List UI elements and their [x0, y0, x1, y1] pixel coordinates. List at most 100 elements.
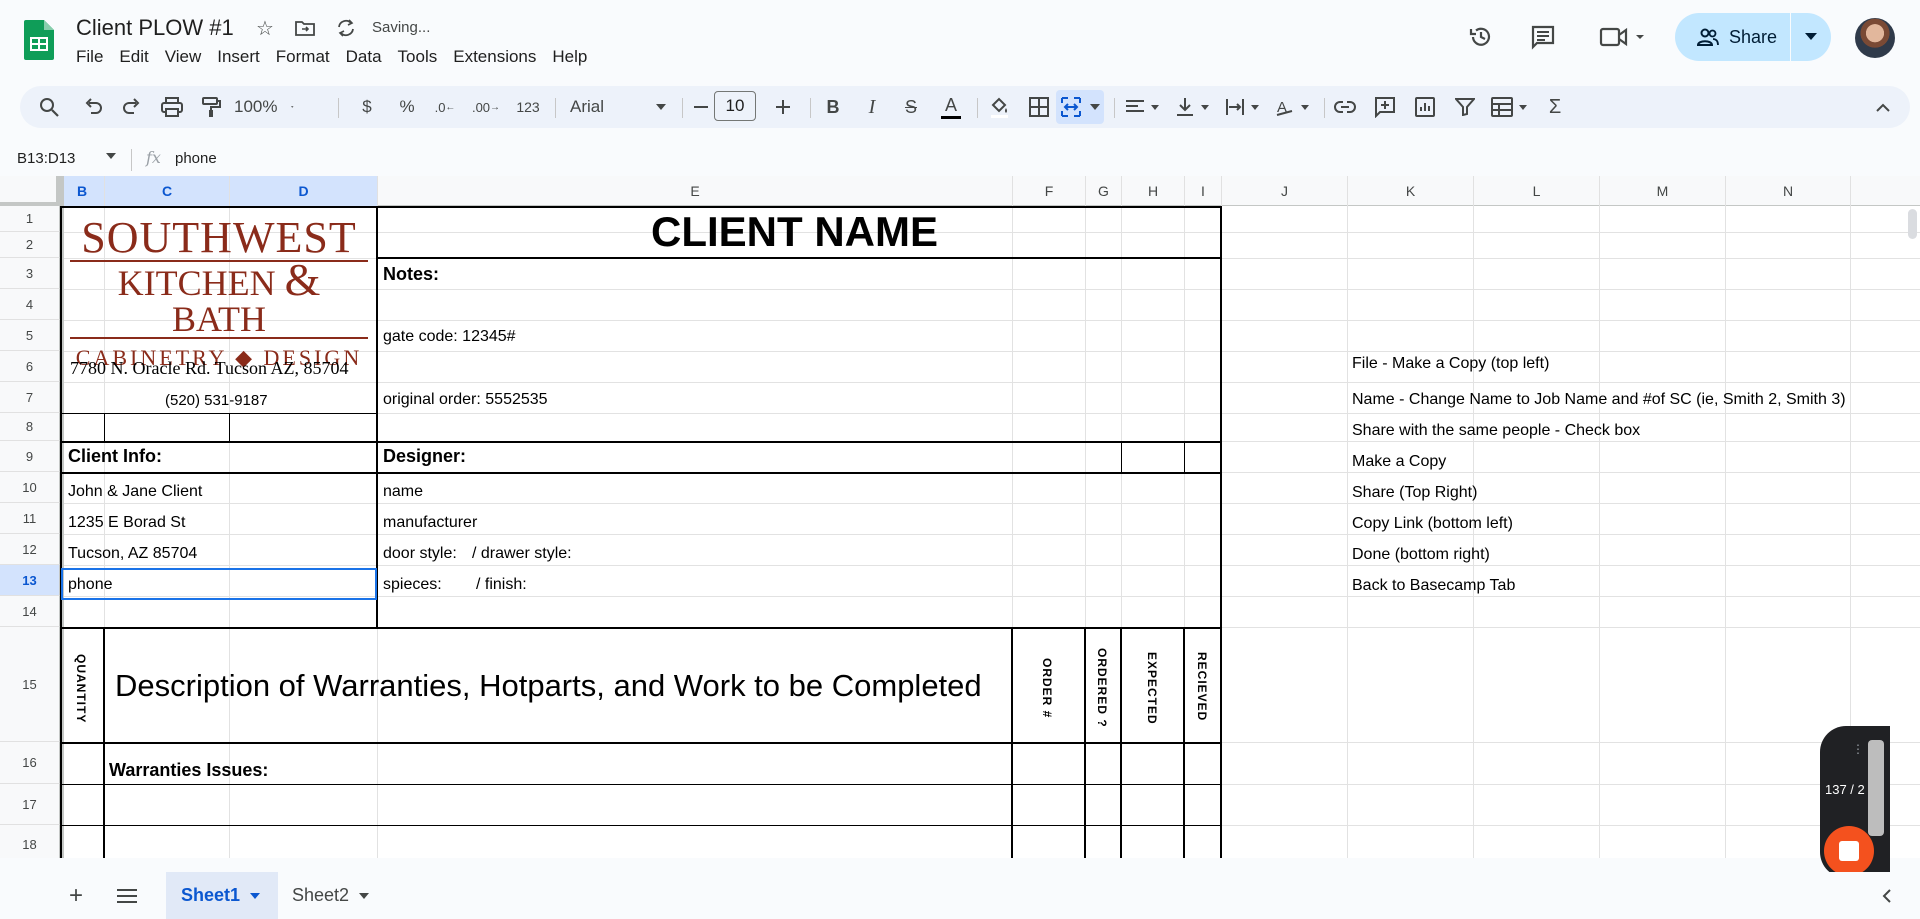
zoom-select[interactable]: 100% [234, 90, 294, 124]
insert-link-icon[interactable] [1330, 90, 1360, 124]
column-header-b[interactable]: B [60, 176, 105, 206]
menu-edit[interactable]: Edit [113, 47, 154, 67]
sheets-logo-icon[interactable] [24, 20, 54, 60]
share-main[interactable]: Share [1675, 13, 1790, 61]
percent-format-button[interactable]: % [392, 90, 422, 124]
increase-decimal-button[interactable]: .00 → [468, 90, 504, 124]
insert-comment-icon[interactable] [1370, 90, 1400, 124]
tab-sheet1[interactable]: Sheet1 [166, 872, 278, 919]
caret-down-icon[interactable] [106, 153, 116, 159]
version-history-icon[interactable] [1464, 20, 1498, 54]
row-header-16[interactable]: 16 [0, 742, 60, 784]
menu-help[interactable]: Help [546, 47, 593, 67]
table-view-icon[interactable] [1488, 90, 1534, 124]
strikethrough-icon[interactable]: S [896, 90, 926, 124]
borders-icon[interactable] [1024, 90, 1054, 124]
insert-chart-icon[interactable] [1410, 90, 1440, 124]
italic-icon[interactable]: I [857, 90, 887, 124]
account-avatar[interactable] [1855, 18, 1895, 58]
row-header-10[interactable]: 10 [0, 472, 60, 503]
meet-icon[interactable] [1596, 20, 1652, 54]
menu-extensions[interactable]: Extensions [447, 47, 542, 67]
share-dropdown-icon[interactable] [1791, 13, 1831, 61]
vertical-scrollbar[interactable] [1908, 209, 1917, 239]
menu-data[interactable]: Data [340, 47, 388, 67]
fill-color-icon[interactable] [984, 90, 1014, 124]
row-header-8[interactable]: 8 [0, 413, 60, 441]
all-sheets-icon[interactable] [112, 872, 142, 919]
filter-icon[interactable] [1450, 90, 1480, 124]
increase-font-size-icon[interactable] [770, 90, 796, 124]
row-header-9[interactable]: 9 [0, 441, 60, 472]
share-button[interactable]: Share [1675, 13, 1831, 61]
column-header-m[interactable]: M [1600, 176, 1726, 206]
row-header-5[interactable]: 5 [0, 320, 60, 351]
add-sheet-icon[interactable]: + [62, 872, 90, 919]
row-header-12[interactable]: 12 [0, 534, 60, 565]
decrease-font-size-icon[interactable] [688, 90, 714, 124]
stop-recording-button[interactable] [1824, 826, 1874, 876]
search-menus-icon[interactable] [34, 90, 64, 124]
currency-format-button[interactable]: $ [352, 90, 382, 124]
print-icon[interactable] [157, 90, 187, 124]
tab-sheet2[interactable]: Sheet2 [292, 872, 392, 919]
row-header-18[interactable]: 18 [0, 825, 60, 858]
row-header-17[interactable]: 17 [0, 784, 60, 825]
text-color-icon[interactable]: A [936, 90, 966, 124]
menu-view[interactable]: View [159, 47, 208, 67]
merge-dropdown-icon[interactable] [1086, 90, 1104, 124]
select-all-corner[interactable] [0, 176, 60, 206]
vertical-align-icon[interactable] [1170, 90, 1216, 124]
text-rotation-icon[interactable]: A [1270, 90, 1316, 124]
name-box[interactable]: B13:D13 [17, 150, 75, 167]
row-header-15[interactable]: 15 [0, 627, 60, 742]
menu-format[interactable]: Format [270, 47, 336, 67]
menu-tools[interactable]: Tools [392, 47, 444, 67]
row-header-13[interactable]: 13 [0, 565, 60, 596]
menu-file[interactable]: File [76, 47, 109, 67]
font-size-input[interactable]: 10 [714, 91, 756, 121]
column-header-h[interactable]: H [1122, 176, 1185, 206]
more-formats-button[interactable]: 123 [510, 90, 546, 124]
column-header-g[interactable]: G [1086, 176, 1122, 206]
font-select[interactable]: Arial [562, 90, 674, 124]
star-icon[interactable]: ☆ [253, 16, 277, 40]
caret-down-icon[interactable] [359, 892, 370, 899]
comments-icon[interactable] [1526, 20, 1560, 54]
spreadsheet-grid[interactable]: B C D E F G H I J K L M N 1 2 3 4 5 6 7 … [0, 176, 1920, 858]
row-header-1[interactable]: 1 [0, 206, 60, 232]
column-header-l[interactable]: L [1474, 176, 1600, 206]
column-header-i[interactable]: I [1185, 176, 1222, 206]
column-header-c[interactable]: C [105, 176, 230, 206]
column-header-e[interactable]: E [378, 176, 1013, 206]
functions-icon[interactable]: Σ [1540, 90, 1570, 124]
menu-insert[interactable]: Insert [211, 47, 266, 67]
column-header-j[interactable]: J [1222, 176, 1348, 206]
cell-selection[interactable] [61, 568, 377, 600]
row-header-3[interactable]: 3 [0, 258, 60, 289]
column-header-n[interactable]: N [1726, 176, 1851, 206]
column-header-d[interactable]: D [230, 176, 378, 206]
row-header-4[interactable]: 4 [0, 289, 60, 320]
decrease-decimal-button[interactable]: .0 ← [428, 90, 462, 124]
redo-icon[interactable] [117, 90, 147, 124]
column-header-f[interactable]: F [1013, 176, 1086, 206]
merge-cells-icon[interactable] [1056, 90, 1086, 124]
paint-format-icon[interactable] [196, 90, 226, 124]
recording-scrollbar[interactable] [1868, 740, 1884, 836]
bold-icon[interactable]: B [818, 90, 848, 124]
text-wrapping-icon[interactable] [1220, 90, 1266, 124]
document-title[interactable]: Client PLOW #1 [76, 15, 234, 41]
row-header-7[interactable]: 7 [0, 382, 60, 413]
row-header-2[interactable]: 2 [0, 232, 60, 258]
row-header-14[interactable]: 14 [0, 596, 60, 627]
column-header-k[interactable]: K [1348, 176, 1474, 206]
horizontal-align-icon[interactable] [1120, 90, 1166, 124]
explore-collapse-icon[interactable] [1876, 872, 1896, 919]
move-folder-icon[interactable] [293, 16, 317, 40]
formula-input[interactable]: phone [175, 150, 217, 167]
row-header-6[interactable]: 6 [0, 351, 60, 382]
hide-menus-icon[interactable] [1868, 90, 1898, 124]
undo-icon[interactable] [78, 90, 108, 124]
caret-down-icon[interactable] [250, 892, 261, 899]
